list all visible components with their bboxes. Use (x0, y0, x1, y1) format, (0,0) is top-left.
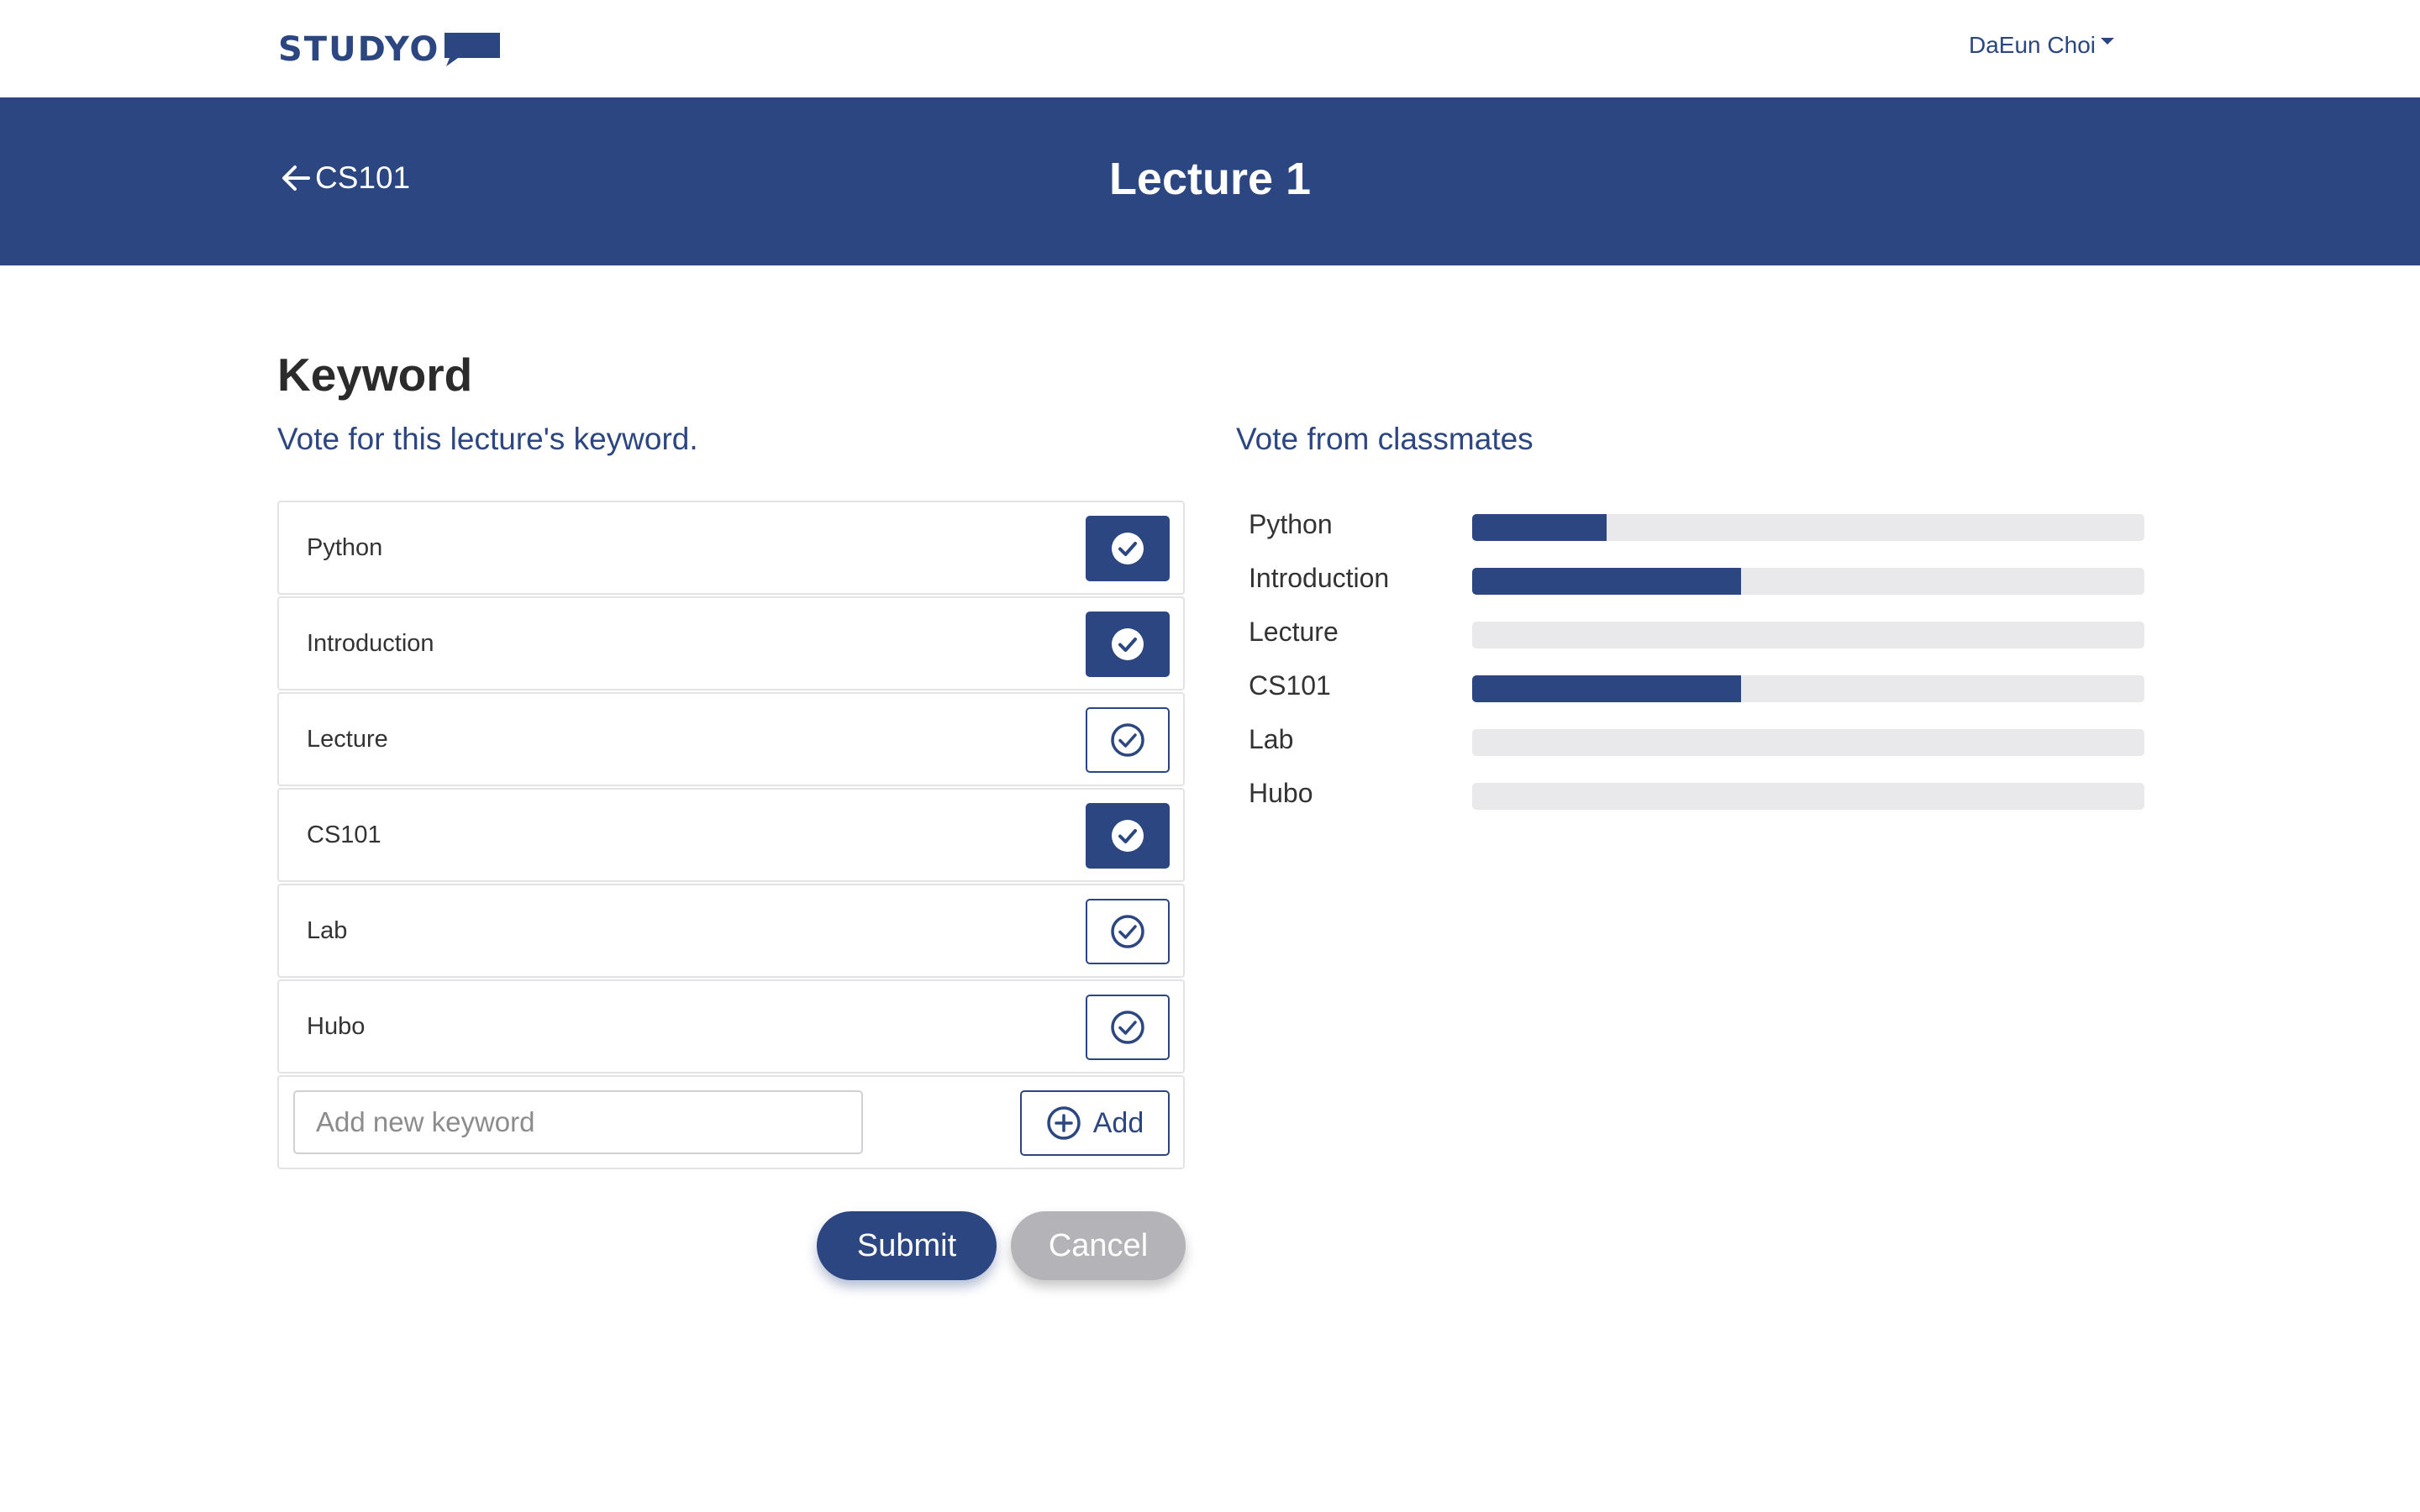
vote-label: Python (1249, 509, 1333, 539)
vote-label: Lecture (1249, 617, 1339, 647)
check-circle-icon (1111, 915, 1144, 948)
vote-bar-fill (1472, 568, 1741, 595)
vote-label: Lab (1249, 724, 1294, 754)
cancel-button[interactable]: Cancel (1011, 1211, 1186, 1280)
vote-bar-track (1472, 568, 2144, 595)
vote-toggle-hubo[interactable] (1086, 995, 1170, 1060)
vote-bar-fill (1472, 514, 1607, 541)
vote-toggle-lecture[interactable] (1086, 707, 1170, 773)
vote-label: Hubo (1249, 778, 1313, 808)
check-circle-icon (1112, 533, 1144, 564)
user-dropdown[interactable]: DaEun Choi (1969, 32, 2114, 59)
vote-toggle-python[interactable] (1086, 516, 1170, 581)
check-circle-icon (1111, 723, 1144, 757)
keyword-label: CS101 (307, 822, 381, 848)
vote-toggle-introduction[interactable] (1086, 612, 1170, 677)
vote-row-lab: Lab (1249, 722, 2144, 776)
keyword-row-hubo: Hubo (277, 979, 1185, 1074)
vote-row-python: Python (1249, 507, 2144, 561)
keyword-heading: Keyword (277, 349, 473, 401)
keyword-row-lecture: Lecture (277, 692, 1185, 786)
check-circle-icon (1111, 1011, 1144, 1044)
vote-bar-track (1472, 622, 2144, 648)
vote-bar-track (1472, 783, 2144, 810)
add-keyword-row: Add (277, 1075, 1185, 1169)
keyword-label: Lecture (307, 726, 388, 753)
add-button-label: Add (1092, 1106, 1144, 1139)
studyo-logo[interactable]: STUDYO (278, 30, 502, 69)
vote-toggle-lab[interactable] (1086, 899, 1170, 964)
vote-label: CS101 (1249, 670, 1331, 701)
add-keyword-button[interactable]: Add (1020, 1090, 1170, 1156)
check-circle-icon (1112, 628, 1144, 660)
vote-row-introduction: Introduction (1249, 561, 2144, 615)
keyword-label: Introduction (307, 630, 434, 657)
keyword-row-lab: Lab (277, 884, 1185, 978)
vote-toggle-cs101[interactable] (1086, 803, 1170, 869)
logo-text: STUDYO (278, 30, 440, 69)
keyword-row-cs101: CS101 (277, 788, 1185, 882)
keyword-row-python: Python (277, 501, 1185, 595)
caret-down-icon (2101, 38, 2114, 45)
vote-row-lecture: Lecture (1249, 615, 2144, 669)
classmates-vote-heading: Vote from classmates (1236, 422, 1534, 456)
keyword-list: Python Introduction Lecture CS101 Lab Hu… (277, 501, 1185, 1169)
speech-bubble-icon (445, 33, 501, 66)
vote-bar-fill (1472, 675, 1741, 702)
vote-row-cs101: CS101 (1249, 669, 2144, 722)
plus-circle-icon (1047, 1106, 1081, 1140)
vote-label: Introduction (1249, 563, 1390, 593)
submit-button[interactable]: Submit (817, 1211, 997, 1280)
page-title: Lecture 1 (1108, 154, 1312, 204)
vote-row-hubo: Hubo (1249, 776, 2144, 830)
keyword-label: Lab (307, 917, 348, 944)
keyword-row-introduction: Introduction (277, 596, 1185, 690)
new-keyword-input[interactable] (293, 1090, 863, 1154)
check-circle-icon (1112, 820, 1144, 852)
vote-bar-track (1472, 675, 2144, 702)
classmates-vote-chart: Python Introduction Lecture CS101 Lab Hu… (1249, 507, 2144, 830)
top-navbar: STUDYO DaEun Choi (0, 0, 2420, 97)
vote-bar-track (1472, 729, 2144, 756)
keyword-subtitle: Vote for this lecture's keyword. (277, 422, 698, 456)
vote-bar-track (1472, 514, 2144, 541)
keyword-label: Python (307, 534, 383, 561)
lecture-banner: CS101 Lecture 1 (0, 97, 2420, 265)
keyword-label: Hubo (307, 1013, 366, 1040)
user-name: DaEun Choi (1969, 32, 2096, 58)
